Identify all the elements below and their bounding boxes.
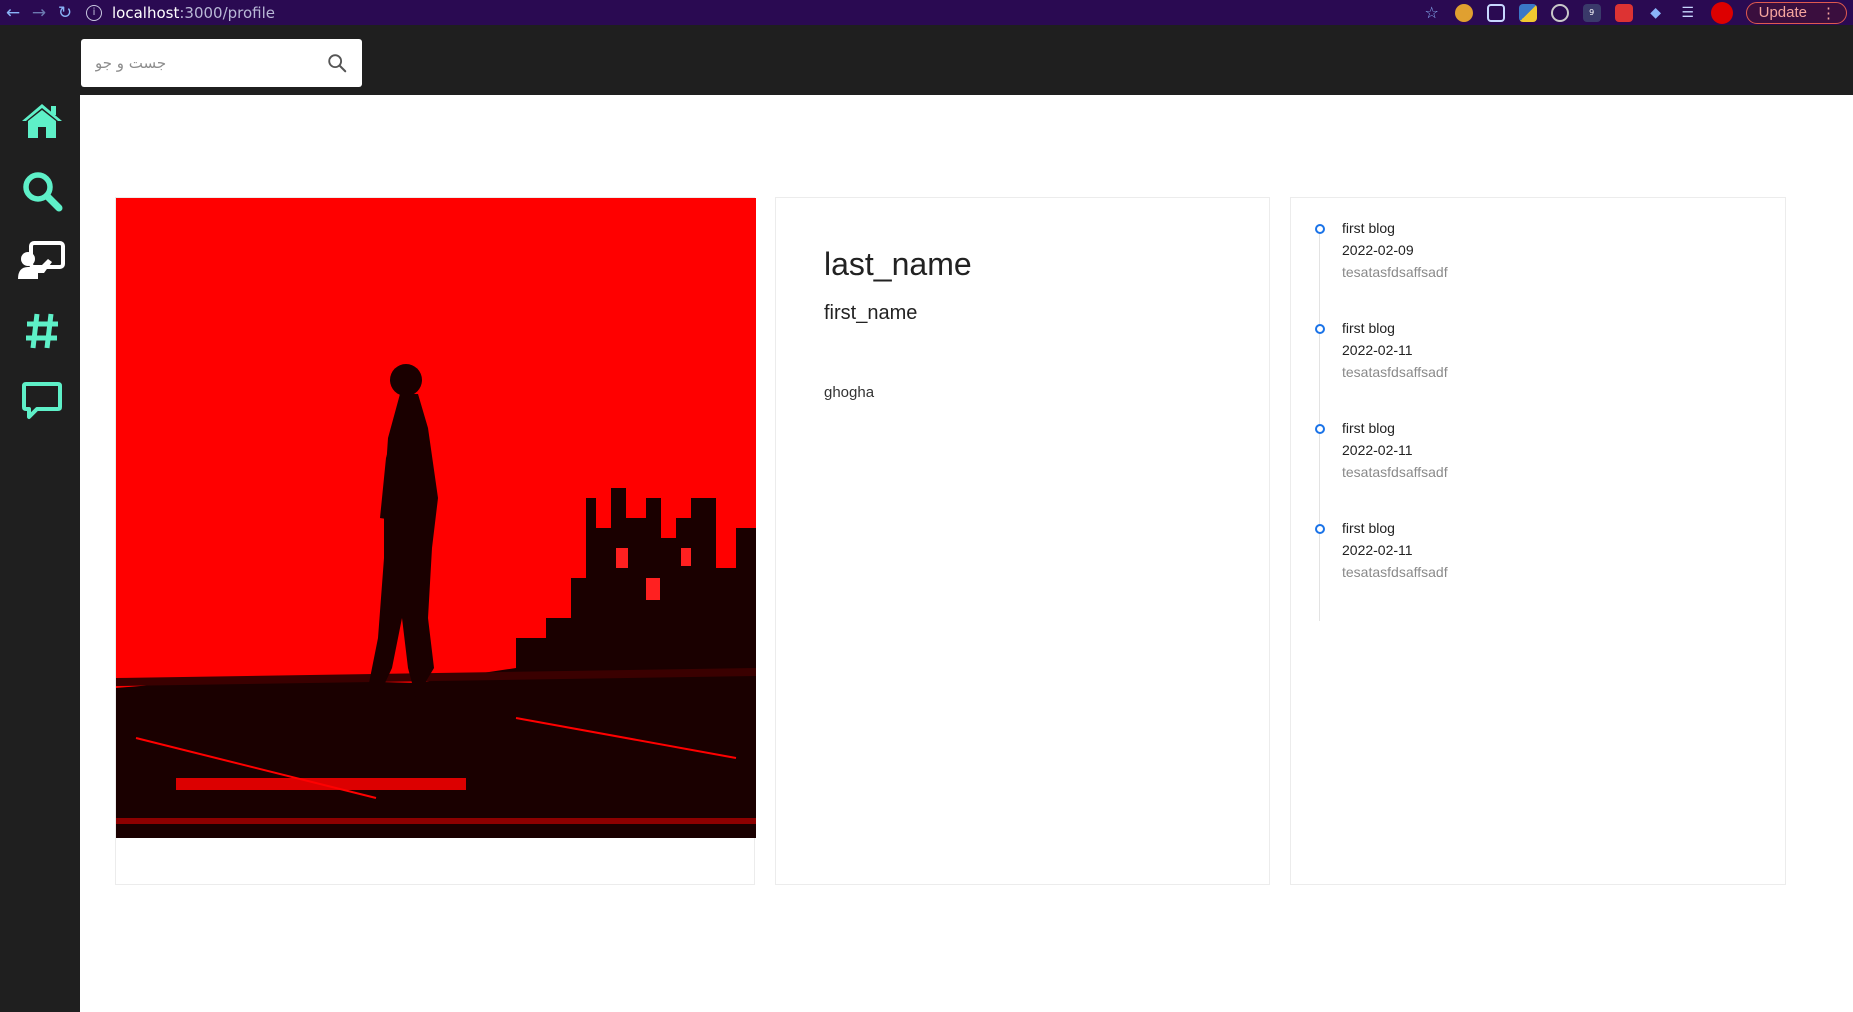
timeline-dot-icon xyxy=(1315,524,1325,534)
search-box xyxy=(81,39,362,87)
url-host: localhost xyxy=(112,3,180,22)
sidebar-item-messages[interactable] xyxy=(18,377,66,425)
timeline-item-date: 2022-02-11 xyxy=(1342,442,1413,458)
timeline-dot-icon xyxy=(1315,324,1325,334)
update-button[interactable]: Update ⋮ xyxy=(1745,1,1847,24)
more-options-icon: ⋮ xyxy=(1821,4,1836,22)
timeline-dot-icon xyxy=(1315,224,1325,234)
sidebar-item-search[interactable] xyxy=(18,167,66,215)
timeline-item[interactable]: first blog 2022-02-11 tesatasfdsaffsadf xyxy=(1291,318,1781,408)
sidebar-item-presentation[interactable] xyxy=(18,237,66,285)
search-input[interactable] xyxy=(81,39,321,87)
timeline-item-title: first blog xyxy=(1342,520,1395,536)
address-bar[interactable]: i localhost:3000/profile xyxy=(86,1,275,24)
python-extension-icon[interactable] xyxy=(1518,3,1537,22)
profile-first-name: first_name xyxy=(824,302,918,324)
timeline-item-title: first blog xyxy=(1342,220,1395,236)
timeline-item-date: 2022-02-09 xyxy=(1342,242,1414,258)
cloud-extension-icon[interactable] xyxy=(1550,3,1569,22)
timeline-item-desc: tesatasfdsaffsadf xyxy=(1342,264,1448,280)
profile-avatar[interactable] xyxy=(1710,1,1733,24)
profile-image xyxy=(116,198,756,838)
reload-icon[interactable]: ↻ xyxy=(52,0,78,25)
url-path: :3000/profile xyxy=(179,3,276,22)
app-header xyxy=(0,25,1853,95)
cookie-extension-icon[interactable] xyxy=(1454,3,1473,22)
timeline-item-desc: tesatasfdsaffsadf xyxy=(1342,464,1448,480)
hashtag-icon xyxy=(26,313,58,349)
home-icon xyxy=(22,104,62,138)
timeline-item-date: 2022-02-11 xyxy=(1342,542,1413,558)
sidebar xyxy=(0,95,80,1012)
profile-info-card: last_name first_name ghogha xyxy=(775,197,1270,885)
timeline-item[interactable]: first blog 2022-02-11 tesatasfdsaffsadf xyxy=(1291,518,1781,608)
days-extension-icon[interactable]: 9 xyxy=(1582,3,1601,22)
timeline-dot-icon xyxy=(1315,424,1325,434)
timeline-item-desc: tesatasfdsaffsadf xyxy=(1342,564,1448,580)
bookmark-star-icon[interactable]: ☆ xyxy=(1423,3,1441,22)
puzzle-extensions-icon[interactable]: ◆ xyxy=(1647,4,1665,22)
timeline-item-date: 2022-02-11 xyxy=(1342,342,1413,358)
timeline-item-desc: tesatasfdsaffsadf xyxy=(1342,364,1448,380)
extensions-area: ☆ 9 ◆ ☰ Update ⋮ xyxy=(1416,0,1853,25)
screenshot-extension-icon[interactable] xyxy=(1486,3,1505,22)
search-icon[interactable] xyxy=(326,52,348,74)
profile-bio: ghogha xyxy=(824,384,875,401)
browser-toolbar: ← → ↻ i localhost:3000/profile ☆ 9 ◆ ☰ U… xyxy=(0,0,1853,25)
timeline-item-title: first blog xyxy=(1342,420,1395,436)
chat-icon xyxy=(22,382,62,419)
profile-photo-card xyxy=(115,197,756,885)
sidebar-item-home[interactable] xyxy=(18,97,66,145)
site-info-icon[interactable]: i xyxy=(86,4,102,21)
profile-last-name: last_name xyxy=(824,246,972,282)
blog-timeline-card: first blog 2022-02-09 tesatasfdsaffsadf … xyxy=(1290,197,1786,885)
timeline-item[interactable]: first blog 2022-02-09 tesatasfdsaffsadf xyxy=(1291,218,1781,308)
forward-arrow-icon[interactable]: → xyxy=(26,0,52,25)
presentation-icon xyxy=(18,241,65,279)
calendar-extension-icon[interactable] xyxy=(1614,3,1633,22)
search-icon xyxy=(23,172,63,212)
back-arrow-icon[interactable]: ← xyxy=(0,0,26,25)
timeline-item-title: first blog xyxy=(1342,320,1395,336)
update-label: Update xyxy=(1758,4,1807,21)
media-playlist-icon[interactable]: ☰ xyxy=(1679,4,1697,22)
timeline-item[interactable]: first blog 2022-02-11 tesatasfdsaffsadf xyxy=(1291,418,1781,508)
sidebar-item-hashtags[interactable] xyxy=(18,307,66,355)
